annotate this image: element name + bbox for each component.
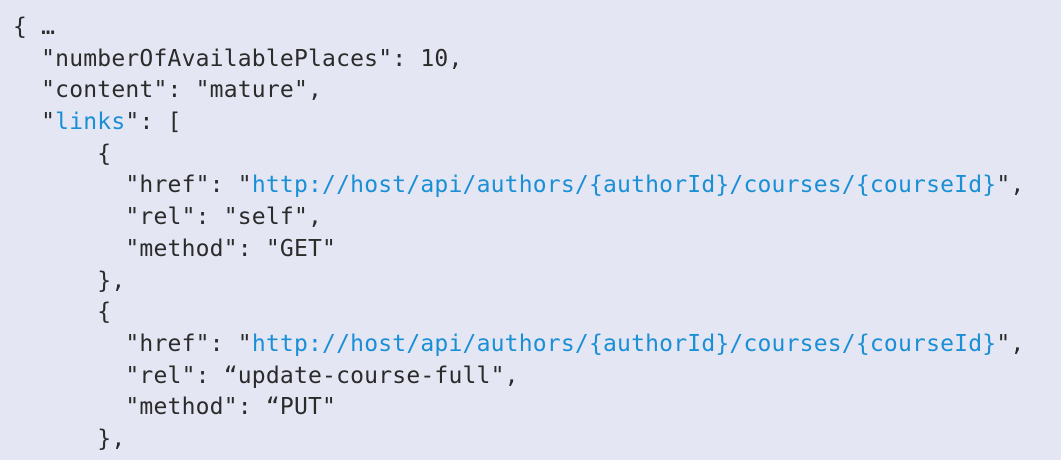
code-line: "links": [: [13, 107, 1024, 139]
code-token: "content": "mature",: [13, 77, 323, 104]
code-highlight-token: links: [55, 109, 126, 136]
code-token: ",: [996, 330, 1025, 357]
code-token: ": [: [125, 109, 182, 136]
code-token: ",: [996, 172, 1025, 199]
code-token: "href": ": [13, 330, 252, 357]
code-highlight-token: http://host/api/authors/{authorId}/cours…: [251, 172, 997, 199]
json-code-block: { … "numberOfAvailablePlaces": 10, "cont…: [13, 12, 1024, 456]
code-line: "method": “PUT": [13, 392, 1024, 424]
code-line: "rel": "self",: [13, 202, 1024, 234]
code-token: },: [13, 267, 126, 294]
code-line: "href": "http://host/api/authors/{author…: [13, 170, 1024, 202]
code-token: "rel": "self",: [13, 204, 323, 231]
code-token: { …: [13, 14, 56, 40]
code-line: "href": "http://host/api/authors/{author…: [13, 329, 1024, 361]
code-line: "content": "mature",: [13, 75, 1024, 107]
code-token: "method": "GET": [13, 235, 337, 262]
code-token: "href": ": [13, 172, 252, 199]
code-token: {: [13, 140, 112, 167]
code-line: { …: [13, 12, 1024, 44]
code-line: },: [13, 266, 1024, 298]
code-line: {: [13, 297, 1024, 329]
code-token: "method": “PUT": [13, 394, 337, 421]
code-highlight-token: http://host/api/authors/{authorId}/cours…: [251, 330, 997, 357]
code-line: "method": "GET": [13, 234, 1024, 266]
code-token: "rel": “update-course-full",: [13, 362, 519, 389]
code-token: "numberOfAvailablePlaces": 10,: [13, 45, 463, 72]
code-line: "rel": “update-course-full",: [13, 361, 1024, 393]
code-line: {: [13, 139, 1024, 171]
code-token: {: [13, 299, 112, 326]
code-line: "numberOfAvailablePlaces": 10,: [13, 44, 1024, 76]
code-line: },: [13, 424, 1024, 456]
code-token: },: [13, 425, 126, 452]
code-token: ": [13, 109, 56, 136]
